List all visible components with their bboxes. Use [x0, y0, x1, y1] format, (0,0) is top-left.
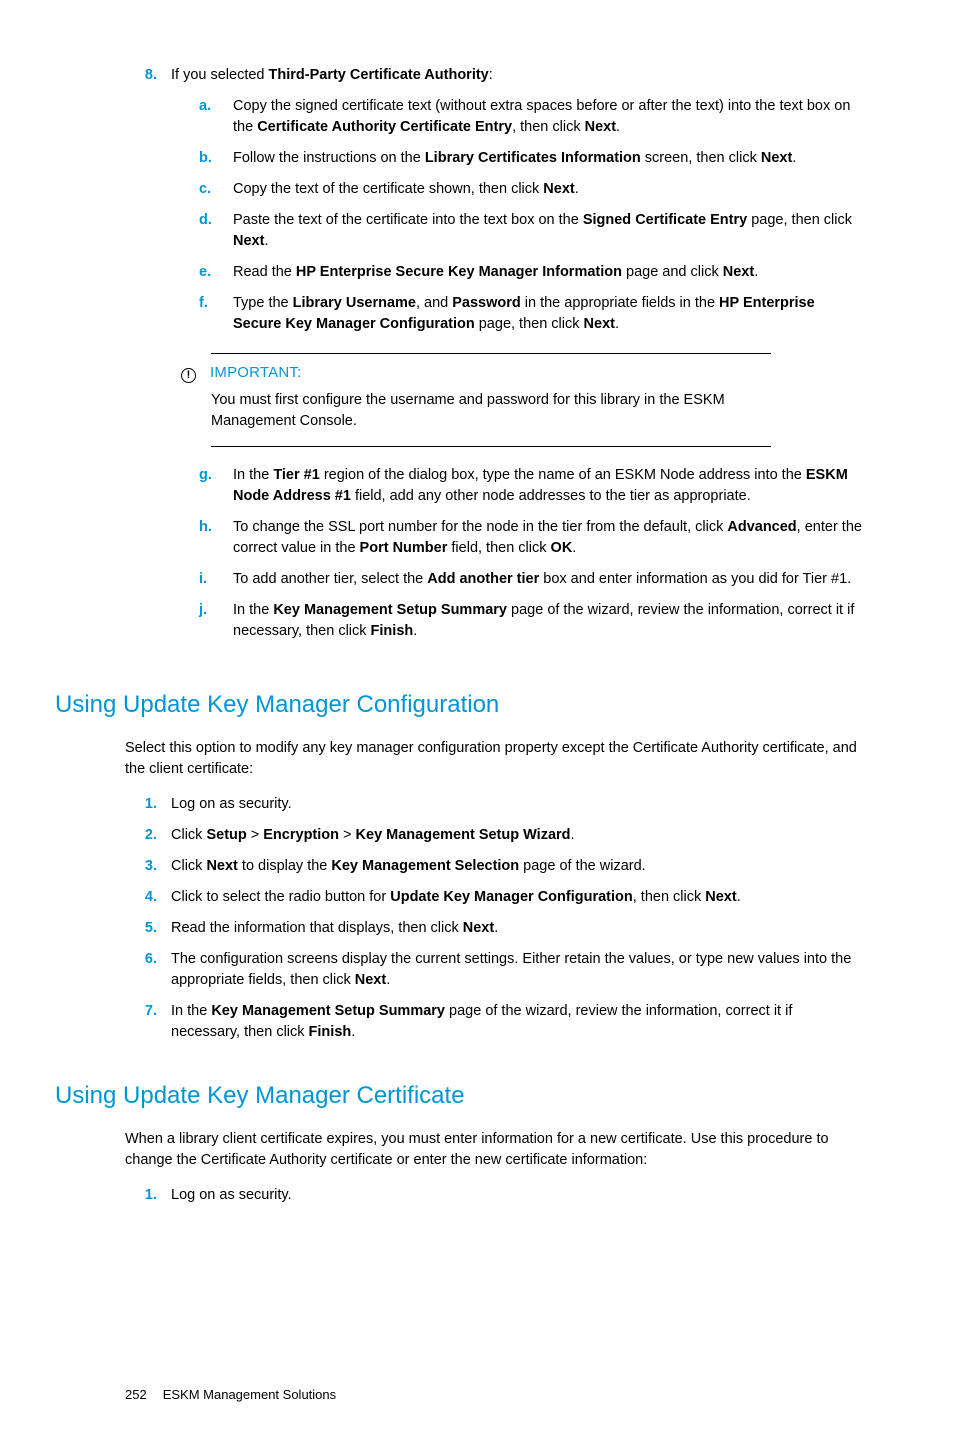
sub-a: a.Copy the signed certificate text (with… [199, 96, 864, 138]
sec1-steps: 1.Log on as security. 2.Click Setup > En… [125, 794, 864, 1043]
sub-c: c.Copy the text of the certificate shown… [199, 179, 864, 200]
page-number: 252 [125, 1386, 147, 1405]
sub-e: e.Read the HP Enterprise Secure Key Mana… [199, 262, 864, 283]
step-8-content: If you selected Third-Party Certificate … [171, 65, 864, 652]
sec2-step1: 1.Log on as security. [125, 1185, 864, 1206]
important-header: !IMPORTANT: [211, 362, 771, 384]
sec1-intro: Select this option to modify any key man… [125, 738, 864, 780]
sub-g: g.In the Tier #1 region of the dialog bo… [199, 465, 864, 507]
page-footer: 252 ESKM Management Solutions [125, 1386, 864, 1405]
important-note: !IMPORTANT: You must first configure the… [199, 353, 864, 447]
step-8-list: 8. If you selected Third-Party Certifica… [125, 65, 864, 652]
sub-h: h.To change the SSL port number for the … [199, 517, 864, 559]
heading-update-config: Using Update Key Manager Configuration [55, 688, 864, 723]
step-8-sublist: a.Copy the signed certificate text (with… [199, 96, 864, 642]
sec1-step6: 6.The configuration screens display the … [125, 949, 864, 991]
footer-title: ESKM Management Solutions [163, 1386, 336, 1405]
important-icon: ! [181, 368, 196, 383]
sec1-step5: 5.Read the information that displays, th… [125, 918, 864, 939]
important-body: You must first configure the username an… [211, 390, 771, 432]
sec1-step1: 1.Log on as security. [125, 794, 864, 815]
sub-j: j.In the Key Management Setup Summary pa… [199, 600, 864, 642]
step-8: 8. If you selected Third-Party Certifica… [125, 65, 864, 652]
sub-f: f.Type the Library Username, and Passwor… [199, 293, 864, 335]
sec1-step4: 4.Click to select the radio button for U… [125, 887, 864, 908]
heading-update-cert: Using Update Key Manager Certificate [55, 1079, 864, 1114]
sub-b: b.Follow the instructions on the Library… [199, 148, 864, 169]
sec1-step2: 2.Click Setup > Encryption > Key Managem… [125, 825, 864, 846]
sub-d: d.Paste the text of the certificate into… [199, 210, 864, 252]
sec1-step7: 7.In the Key Management Setup Summary pa… [125, 1001, 864, 1043]
sec2-intro: When a library client certificate expire… [125, 1129, 864, 1171]
step-8-marker: 8. [125, 65, 171, 652]
sub-i: i.To add another tier, select the Add an… [199, 569, 864, 590]
sec2-steps: 1.Log on as security. [125, 1185, 864, 1206]
important-box: !IMPORTANT: You must first configure the… [211, 353, 771, 447]
sec1-step3: 3.Click Next to display the Key Manageme… [125, 856, 864, 877]
